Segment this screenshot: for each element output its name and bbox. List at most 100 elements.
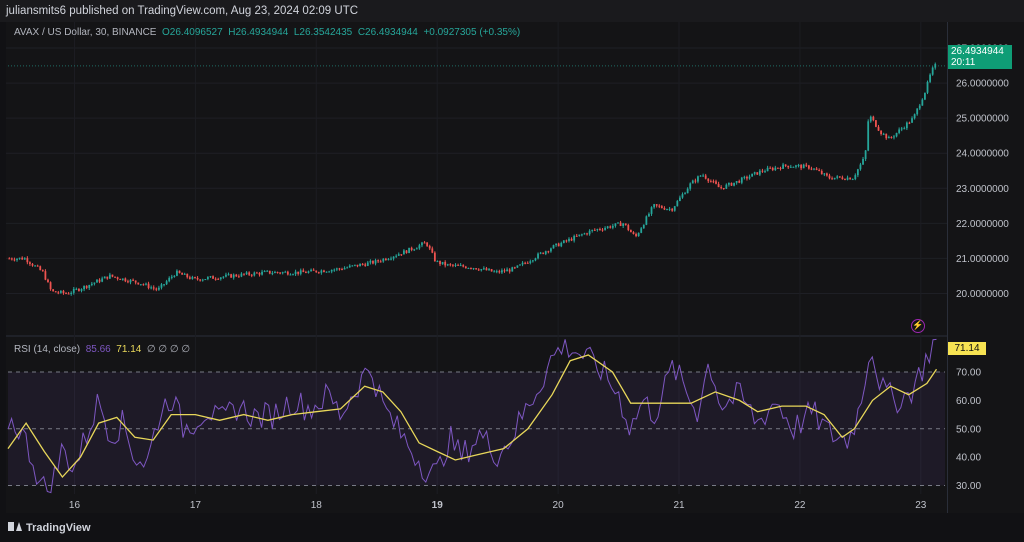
lightning-alert-icon[interactable]: ⚡ <box>911 319 925 333</box>
candle-body <box>23 258 26 260</box>
candle-body <box>642 224 645 229</box>
candle-body <box>764 171 766 173</box>
candle-body <box>157 287 160 290</box>
candle-body <box>885 133 888 139</box>
candle-body <box>820 170 823 175</box>
candle-body <box>908 122 911 124</box>
price-tick-label: 23.0000000 <box>956 184 1009 195</box>
candle-body <box>108 274 111 279</box>
candle-body <box>666 209 668 211</box>
candle-body <box>580 234 583 236</box>
chart-canvas[interactable]: 27.000000026.000000025.000000024.0000000… <box>0 0 1024 542</box>
candle-body <box>921 99 924 106</box>
candle-body <box>225 274 227 277</box>
candle-body <box>78 288 80 291</box>
candle-body <box>828 175 831 179</box>
candle-body <box>266 270 269 272</box>
candle-body <box>593 229 596 231</box>
candle-body <box>261 271 263 275</box>
candle-body <box>681 194 684 198</box>
candle-body <box>325 271 328 273</box>
candle-body <box>720 187 723 189</box>
candle-body <box>364 264 367 266</box>
tradingview-brand[interactable]: TradingView <box>8 522 91 534</box>
time-tick-label: 22 <box>794 500 806 511</box>
candle-body <box>810 168 813 170</box>
candle-body <box>627 225 630 231</box>
candle-body <box>854 175 857 180</box>
candle-body <box>356 264 359 267</box>
candle-body <box>191 277 194 279</box>
candle-body <box>59 290 62 293</box>
rsi-label: RSI (14, close) <box>14 344 81 355</box>
candle-body <box>26 258 29 263</box>
candle-body <box>756 172 759 175</box>
candle-body <box>333 269 336 271</box>
candle-body <box>655 204 658 206</box>
candle-body <box>67 293 70 295</box>
candle-body <box>392 256 395 259</box>
candle-body <box>405 250 408 254</box>
candle-body <box>521 262 524 265</box>
symbol-name: AVAX / US Dollar, 30, BINANCE <box>14 27 157 38</box>
candle-body <box>686 188 689 194</box>
candle-body <box>121 278 124 280</box>
candle-body <box>838 176 841 178</box>
candle-body <box>475 268 478 270</box>
candle-body <box>310 269 312 272</box>
candle-body <box>341 269 343 271</box>
candle-body <box>477 269 480 271</box>
candle-body <box>795 165 797 167</box>
candle-body <box>851 179 854 181</box>
candle-body <box>800 165 803 169</box>
candle-body <box>565 240 568 242</box>
candle-body <box>286 271 289 275</box>
candle-body <box>735 181 738 183</box>
candle-body <box>728 182 730 185</box>
tradingview-logo-icon <box>8 522 22 531</box>
candle-body <box>480 269 483 271</box>
candle-body <box>699 175 702 177</box>
candle-body <box>586 233 588 235</box>
candle-body <box>488 269 490 271</box>
candle-body <box>10 258 13 260</box>
candle-body <box>372 260 374 264</box>
candle-body <box>103 276 106 279</box>
candle-body <box>575 235 578 237</box>
candle-body <box>163 284 165 286</box>
candle-body <box>132 279 134 281</box>
candle-body <box>338 268 341 270</box>
candle-body <box>65 293 67 295</box>
candle-body <box>856 169 859 176</box>
candle-body <box>263 271 266 273</box>
rsi-tick-label: 60.00 <box>956 396 981 407</box>
price-tick-label: 21.0000000 <box>956 254 1009 265</box>
low-value: L26.3542435 <box>293 27 353 38</box>
rsi-ma-tag: 71.14 <box>948 342 986 355</box>
candle-body <box>591 229 594 231</box>
candle-body <box>18 257 21 259</box>
candle-body <box>712 181 715 183</box>
candle-body <box>54 291 57 293</box>
candle-body <box>903 128 906 130</box>
candle-body <box>173 275 176 277</box>
candle-body <box>294 271 297 275</box>
candle-body <box>929 74 931 82</box>
candle-body <box>751 173 754 177</box>
candle-body <box>403 250 405 255</box>
candle-body <box>678 197 681 202</box>
candle-body <box>390 258 392 260</box>
candle-body <box>101 278 104 282</box>
candle-body <box>787 165 790 168</box>
candle-body <box>227 274 230 276</box>
candle-body <box>320 270 323 273</box>
candle-body <box>124 278 127 282</box>
candle-body <box>464 266 467 269</box>
candle-body <box>421 242 423 246</box>
candle-body <box>369 260 372 263</box>
rsi-tick-label: 70.00 <box>956 368 981 379</box>
candle-body <box>660 206 663 209</box>
candle-body <box>315 270 318 273</box>
candle-body <box>467 267 470 269</box>
candle-body <box>395 255 398 257</box>
